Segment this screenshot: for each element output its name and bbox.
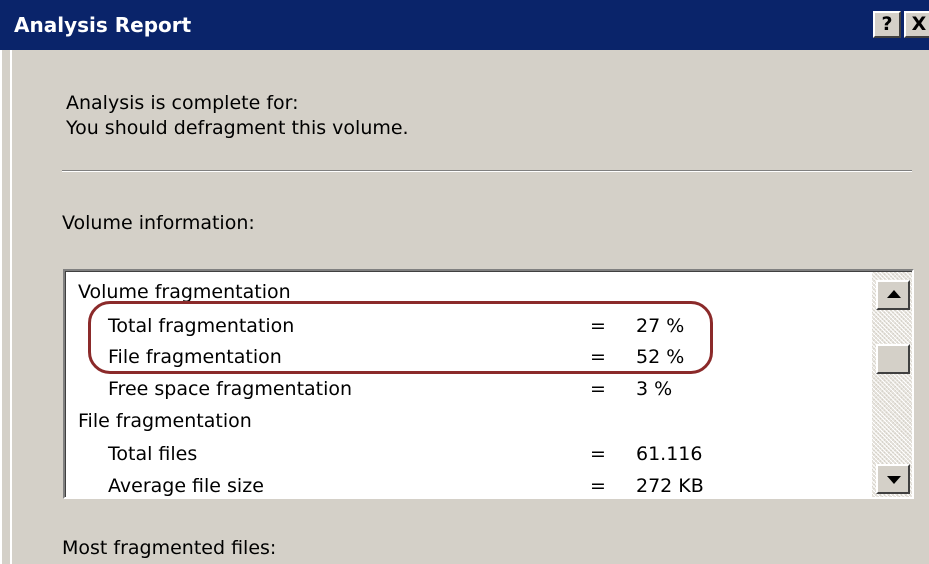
list-content: Volume fragmentation Total fragmentation… (65, 271, 912, 497)
volume-information-label: Volume information: (62, 212, 255, 234)
row-label: Free space fragmentation (108, 378, 353, 400)
scroll-thumb[interactable] (876, 344, 910, 374)
close-button[interactable]: X (904, 11, 929, 38)
scroll-down-button[interactable] (876, 464, 910, 494)
row-label: Volume fragmentation (78, 281, 291, 303)
row-equals: = (590, 475, 606, 497)
volume-information-list[interactable]: Volume fragmentation Total fragmentation… (63, 269, 914, 499)
separator (62, 170, 912, 172)
vertical-scrollbar[interactable] (872, 272, 912, 497)
row-equals: = (590, 315, 606, 337)
row-label: File fragmentation (78, 410, 252, 432)
window-title: Analysis Report (14, 13, 192, 37)
scroll-up-button[interactable] (876, 280, 910, 310)
row-equals: = (590, 346, 606, 368)
list-item: Free space fragmentation = 3 % (66, 373, 866, 406)
most-fragmented-files-label: Most fragmented files: (62, 537, 277, 559)
help-button[interactable]: ? (873, 11, 901, 38)
list-item: File fragmentation (66, 405, 866, 438)
title-bar[interactable]: Analysis Report ? X (0, 0, 929, 50)
window-edge (0, 50, 12, 564)
list-item: Volume fragmentation (66, 276, 866, 309)
row-label: Average file size (108, 475, 264, 497)
row-value: 3 % (636, 378, 673, 400)
list-item: Average file size = 272 KB (66, 470, 866, 497)
triangle-up-icon (887, 290, 901, 298)
list-item: Total fragmentation = 27 % (66, 310, 866, 343)
triangle-down-icon (887, 476, 901, 484)
row-value: 52 % (636, 346, 685, 368)
row-equals: = (590, 443, 606, 465)
list-item: Total files = 61.116 (66, 438, 866, 471)
list-item: File fragmentation = 52 % (66, 341, 866, 374)
row-label: Total files (108, 443, 198, 465)
row-value: 27 % (636, 315, 685, 337)
analysis-complete-text: Analysis is complete for: (66, 92, 299, 114)
recommendation-text: You should defragment this volume. (66, 117, 409, 139)
row-label: Total fragmentation (108, 315, 295, 337)
row-label: File fragmentation (108, 346, 282, 368)
row-equals: = (590, 378, 606, 400)
row-value: 61.116 (636, 443, 703, 465)
analysis-report-window: Analysis Report ? X Analysis is complete… (0, 0, 929, 564)
row-value: 272 KB (636, 475, 704, 497)
